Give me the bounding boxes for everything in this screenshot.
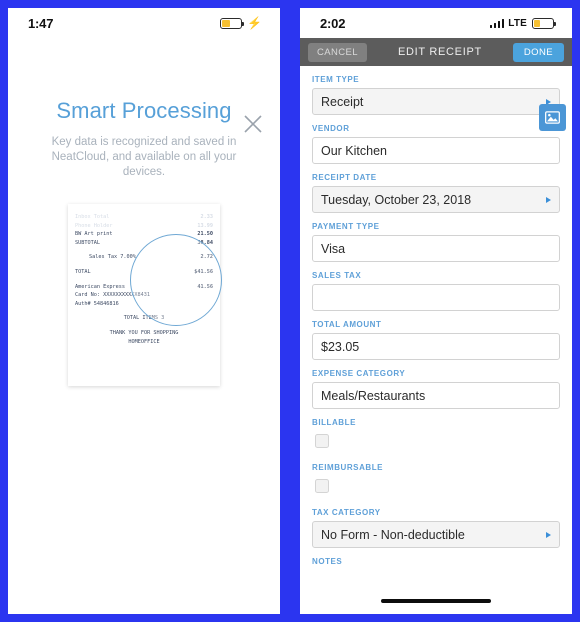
field-value: $23.05: [321, 339, 360, 354]
expense-category-input[interactable]: Meals/Restaurants: [312, 382, 560, 409]
field-sales-tax: SALES TAX: [312, 271, 560, 311]
right-phone-screen: 2:02 LTE CANCEL EDIT RECEIPT DONE ITEM T…: [300, 8, 572, 614]
cancel-button[interactable]: CANCEL: [308, 42, 367, 62]
lightning-bolt-icon: ⚡: [247, 16, 262, 30]
field-expense-category: EXPENSE CATEGORY Meals/Restaurants: [312, 369, 560, 409]
status-time: 1:47: [28, 15, 54, 31]
receipt-line-item: BW Art print 21.50: [75, 231, 213, 238]
vendor-input[interactable]: Our Kitchen: [312, 137, 560, 164]
field-reimbursable: REIMBURSABLE: [312, 463, 560, 499]
status-indicators: LTE: [489, 17, 557, 29]
field-label: REIMBURSABLE: [312, 463, 384, 472]
edit-receipt-form: ITEM TYPE Receipt VENDOR Our Kitchen REC…: [300, 66, 572, 614]
close-icon[interactable]: [240, 111, 266, 137]
field-notes: NOTES: [312, 557, 560, 566]
total-amount-input[interactable]: $23.05: [312, 333, 560, 360]
field-value: Our Kitchen: [321, 143, 388, 158]
receipt-store-name: HOMEOFFICE: [128, 338, 160, 345]
field-value: No Form - Non-deductible: [321, 527, 465, 542]
billable-checkbox-wrap: [312, 431, 560, 454]
payment-type-input[interactable]: Visa: [312, 235, 560, 262]
billable-checkbox[interactable]: [315, 434, 329, 448]
receipt-date-select[interactable]: Tuesday, October 23, 2018: [312, 186, 560, 213]
right-status-bar: 2:02 LTE: [300, 8, 572, 38]
field-label: RECEIPT DATE: [312, 173, 377, 182]
field-tax-category: TAX CATEGORY No Form - Non-deductible: [312, 508, 560, 548]
field-vendor: VENDOR Our Kitchen: [312, 124, 560, 164]
field-label: TOTAL AMOUNT: [312, 320, 382, 329]
left-status-bar: 1:47 ⚡: [8, 8, 280, 38]
field-value: Receipt: [321, 94, 364, 109]
field-label: ITEM TYPE: [312, 75, 360, 84]
status-indicators: ⚡: [220, 17, 262, 29]
battery-icon: [532, 17, 557, 29]
receipt-paper: Inbox Total 2.33 Phone Holder 13.99 BW Art…: [68, 204, 220, 386]
receipt-subtotal-row: SUBTOTAL 38.84: [75, 239, 213, 246]
field-value: Tuesday, October 23, 2018: [321, 192, 472, 207]
receipt-payment-row: American Express 41.56: [75, 283, 213, 290]
reimbursable-checkbox[interactable]: [315, 479, 329, 493]
signal-bars-icon: [489, 18, 505, 28]
field-label: TAX CATEGORY: [312, 508, 381, 517]
page-subtitle: Key data is recognized and saved in Neat…: [51, 136, 237, 178]
field-total-amount: TOTAL AMOUNT $23.05: [312, 320, 560, 360]
navbar-title: EDIT RECEIPT: [397, 46, 482, 58]
field-label: BILLABLE: [312, 418, 356, 427]
receipt-total-row: TOTAL $41.56: [75, 268, 213, 275]
tax-category-select[interactable]: No Form - Non-deductible: [312, 521, 560, 548]
photo-image-icon[interactable]: [539, 104, 566, 131]
home-indicator[interactable]: [381, 599, 491, 603]
sales-tax-input[interactable]: [312, 284, 560, 311]
item-type-select[interactable]: Receipt: [312, 88, 560, 115]
receipt-card-number: Card No: XXXXXXXXXXX8431: [75, 292, 150, 299]
screenshot-root: 1:47 ⚡ Smart Processing Key data is reco…: [0, 0, 580, 622]
field-receipt-date: RECEIPT DATE Tuesday, October 23, 2018: [312, 173, 560, 213]
receipt-auth-code: Auth# 54846816: [75, 300, 119, 307]
receipt-thanks-line: THANK YOU FOR SHOPPING: [109, 329, 179, 336]
field-label: VENDOR: [312, 124, 350, 133]
field-label: EXPENSE CATEGORY: [312, 369, 406, 378]
field-payment-type: PAYMENT TYPE Visa: [312, 222, 560, 262]
edit-receipt-navbar: CANCEL EDIT RECEIPT DONE: [300, 38, 572, 66]
field-value: Meals/Restaurants: [321, 388, 426, 403]
status-time: 2:02: [320, 15, 346, 31]
chevron-right-icon: [546, 531, 551, 538]
left-phone-body: Smart Processing Key data is recognized …: [8, 98, 280, 614]
reimbursable-checkbox-wrap: [312, 476, 560, 499]
field-label: NOTES: [312, 557, 343, 566]
receipt-tax-row: Sales Tax 7.00% 2.72: [89, 254, 213, 261]
chevron-right-icon: [546, 196, 551, 203]
field-label: PAYMENT TYPE: [312, 222, 380, 231]
network-label: LTE: [508, 17, 527, 29]
field-item-type: ITEM TYPE Receipt: [312, 75, 560, 115]
receipt-preview[interactable]: Inbox Total 2.33 Phone Holder 13.99 BW Art…: [68, 204, 222, 386]
receipt-line-item: Inbox Total 2.33: [75, 214, 213, 220]
field-label: SALES TAX: [312, 271, 362, 280]
field-billable: BILLABLE: [312, 418, 560, 454]
done-button[interactable]: DONE: [512, 42, 564, 62]
left-phone-screen: 1:47 ⚡ Smart Processing Key data is reco…: [8, 8, 280, 614]
battery-icon: [220, 17, 245, 29]
field-value: Visa: [321, 241, 346, 256]
receipt-item-count: TOTAL ITEMS 3: [123, 315, 165, 322]
receipt-line-item: Phone Holder 13.99: [75, 222, 213, 229]
